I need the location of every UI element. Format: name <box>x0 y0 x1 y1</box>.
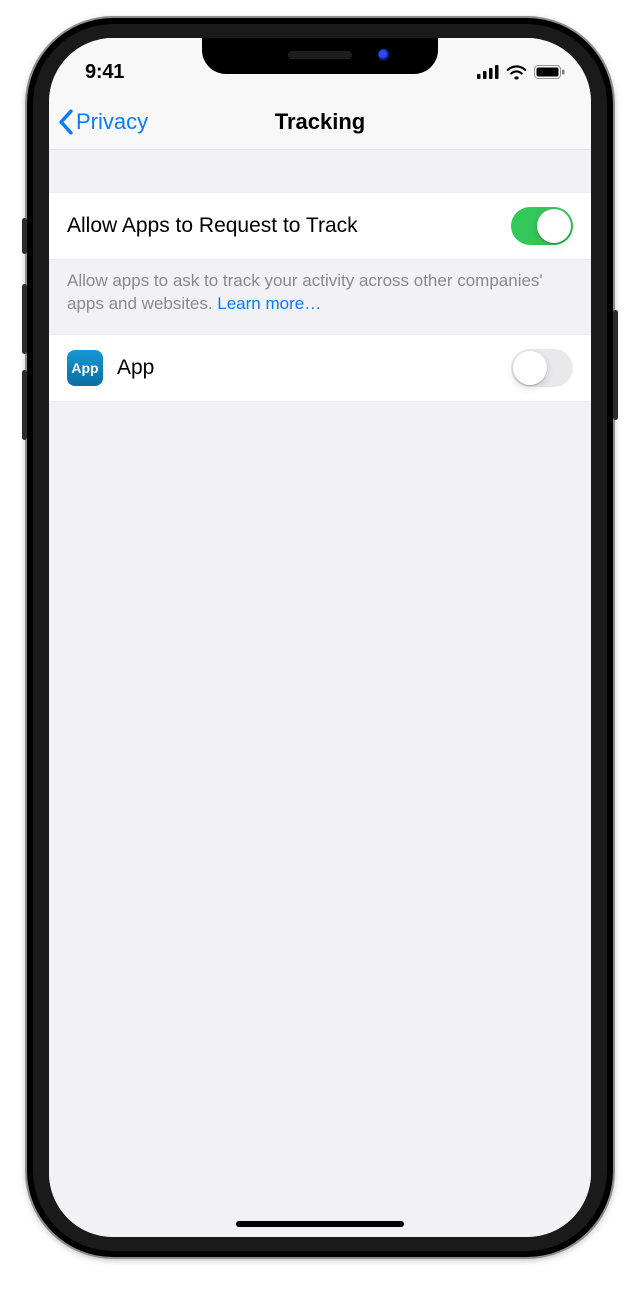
volume-down-button[interactable] <box>22 370 27 440</box>
learn-more-link[interactable]: Learn more… <box>217 294 321 313</box>
power-button[interactable] <box>613 310 618 420</box>
speaker-grille <box>288 51 352 59</box>
app-tracking-toggle[interactable] <box>511 349 573 387</box>
allow-tracking-toggle[interactable] <box>511 207 573 245</box>
chevron-left-icon <box>57 109 74 135</box>
back-button[interactable]: Privacy <box>57 94 148 150</box>
wifi-icon <box>506 65 527 80</box>
app-tracking-row: App App <box>49 334 591 402</box>
screen: 9:41 <box>49 38 591 1237</box>
allow-tracking-row: Allow Apps to Request to Track <box>49 192 591 260</box>
battery-icon <box>534 65 565 79</box>
app-name-label: App <box>117 356 511 380</box>
settings-content: Allow Apps to Request to Track Allow app… <box>49 150 591 1237</box>
mute-switch[interactable] <box>22 218 27 254</box>
notch <box>202 38 438 74</box>
status-time: 9:41 <box>85 61 124 84</box>
nav-bar: Privacy Tracking <box>49 94 591 150</box>
allow-tracking-footer: Allow apps to ask to track your activity… <box>49 260 591 334</box>
cellular-signal-icon <box>477 65 499 79</box>
phone-frame: 9:41 <box>27 18 613 1257</box>
front-camera <box>378 49 390 61</box>
allow-tracking-label: Allow Apps to Request to Track <box>67 214 511 238</box>
back-label: Privacy <box>76 109 148 135</box>
app-icon: App <box>67 350 103 386</box>
volume-up-button[interactable] <box>22 284 27 354</box>
home-indicator[interactable] <box>236 1221 404 1227</box>
